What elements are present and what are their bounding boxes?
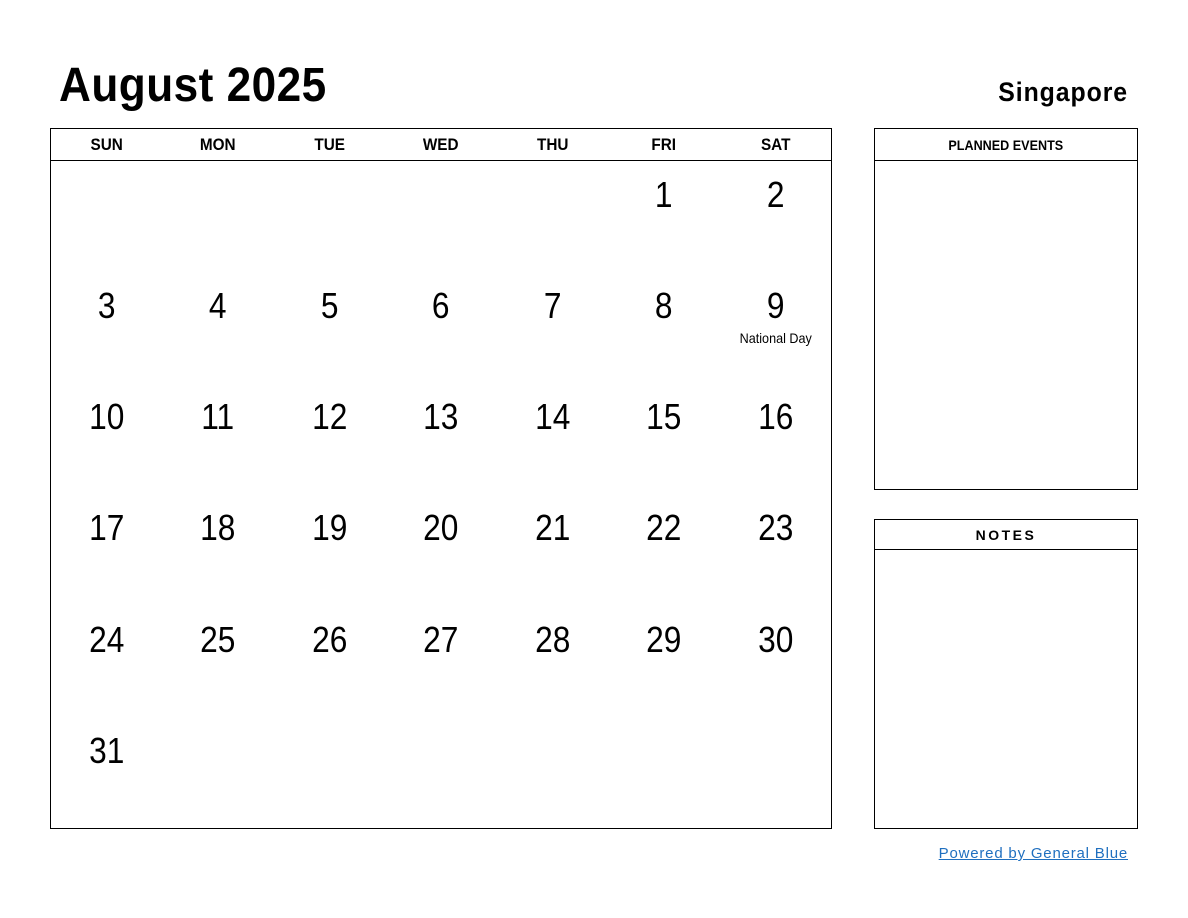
day-cell: 4 [162,272,273,383]
day-number: 22 [646,507,682,549]
day-cell: 27 [385,606,496,717]
weekday-tue: TUE [314,135,345,154]
day-cell: 19 [274,494,385,605]
day-cell: 15 [608,383,719,494]
day-cell: 3 [51,272,162,383]
day-number: 30 [757,618,793,660]
day-cell: 30 [720,606,831,717]
day-cell: 25 [162,606,273,717]
day-cell: 11 [162,383,273,494]
empty-day-cell [497,161,608,272]
day-cell: 28 [497,606,608,717]
weekday-fri: FRI [651,135,677,154]
day-cell: 8 [608,272,719,383]
day-number: 9 [766,285,785,327]
calendar-title: August 2025 [59,59,327,112]
planned-events-panel: PLANNED EVENTS [874,128,1138,490]
days-grid: 1 2 3 4 5 6 7 8 9 National Day 10 11 12 13 14 15 16 17 18 1… [51,161,831,828]
day-number: 27 [423,618,459,660]
day-number: 26 [311,618,348,660]
day-cell: 26 [274,606,385,717]
day-number: 11 [201,396,235,438]
weekday-thu: THU [536,135,569,154]
weekday-sat: SAT [760,135,790,154]
day-number: 5 [320,285,339,327]
day-number: 12 [311,396,348,438]
planned-events-title: PLANNED EVENTS [948,137,1064,153]
day-cell: 14 [497,383,608,494]
day-number: 8 [655,285,673,327]
day-cell: 31 [51,717,162,828]
country-label: Singapore [998,77,1128,107]
empty-day-cell [162,161,273,272]
weekday-wed: WED [423,135,459,154]
day-number: 16 [757,396,793,438]
day-cell: 21 [497,494,608,605]
day-cell: 2 [720,161,831,272]
holiday-label: National Day [739,330,812,347]
day-number: 15 [646,396,682,438]
planned-events-header: PLANNED EVENTS [875,129,1137,161]
day-number: 14 [534,396,571,438]
day-cell: 24 [51,606,162,717]
day-cell: 6 [385,272,496,383]
day-number: 6 [432,285,450,327]
day-cell: 16 [720,383,831,494]
day-number: 31 [89,729,125,771]
day-cell: 18 [162,494,273,605]
empty-day-cell [720,717,831,828]
day-cell: 23 [720,494,831,605]
powered-by-link[interactable]: Powered by General Blue [939,845,1128,863]
empty-day-cell [385,717,496,828]
day-cell: 9 National Day [720,272,831,383]
day-number: 25 [200,618,236,660]
day-cell: 20 [385,494,496,605]
day-number: 19 [311,507,348,549]
day-number: 28 [534,618,571,660]
day-cell: 5 [274,272,385,383]
empty-day-cell [608,717,719,828]
day-number: 21 [534,507,571,549]
empty-day-cell [274,717,385,828]
day-number: 7 [543,285,562,327]
day-number: 18 [200,507,236,549]
day-cell: 10 [51,383,162,494]
day-cell: 1 [608,161,719,272]
weekday-sun: SUN [90,135,123,154]
empty-day-cell [162,717,273,828]
day-number: 29 [646,618,682,660]
notes-panel: NOTES [874,519,1138,829]
empty-day-cell [274,161,385,272]
day-cell: 29 [608,606,719,717]
day-number: 20 [423,507,459,549]
empty-day-cell [385,161,496,272]
day-number: 2 [766,174,785,215]
day-number: 10 [89,396,125,438]
day-number: 24 [89,618,125,660]
day-cell: 13 [385,383,496,494]
day-number: 3 [97,285,116,327]
month-calendar: SUN MON TUE WED THU FRI SAT 1 2 3 4 5 6 7 8 9 Nat… [50,128,832,829]
notes-title: NOTES [875,520,1137,550]
day-cell: 12 [274,383,385,494]
empty-day-cell [51,161,162,272]
day-number: 23 [757,507,793,549]
day-number: 4 [209,285,227,327]
day-cell: 7 [497,272,608,383]
day-number: 1 [655,174,673,215]
day-cell: 17 [51,494,162,605]
day-cell: 22 [608,494,719,605]
day-number: 13 [423,396,459,438]
day-number: 17 [89,507,125,549]
empty-day-cell [497,717,608,828]
weekday-header-row: SUN MON TUE WED THU FRI SAT [51,129,831,161]
weekday-mon: MON [200,135,236,154]
